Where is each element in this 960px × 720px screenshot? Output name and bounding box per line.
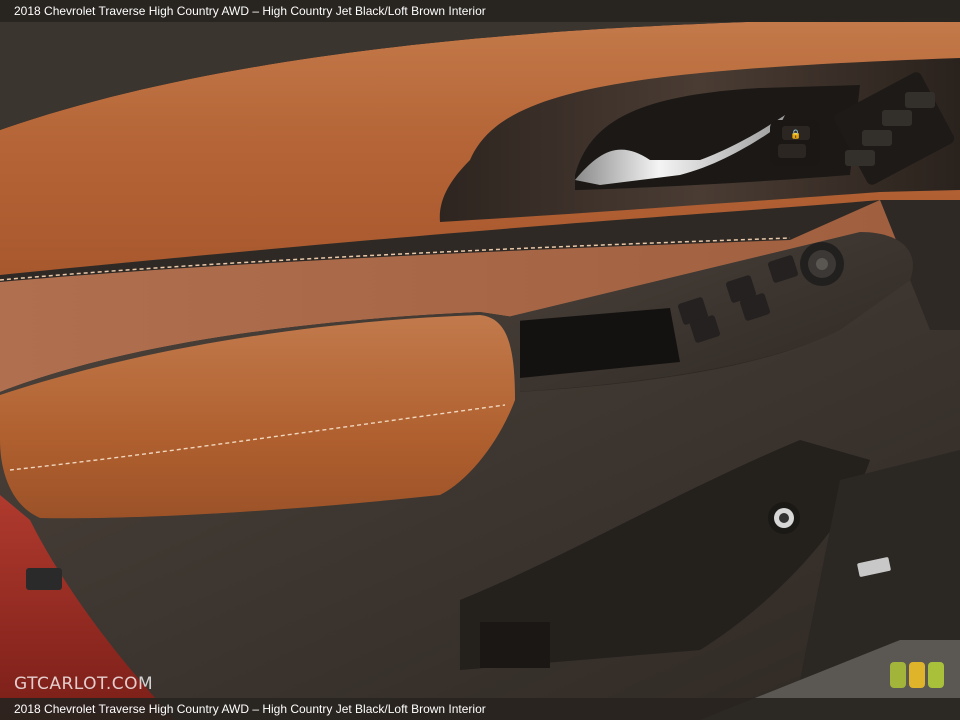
door-latch <box>26 568 62 590</box>
caption-bottom: 2018 Chevrolet Traverse High Country AWD… <box>0 698 960 720</box>
door-lock-knob-icon <box>768 502 800 534</box>
photo-frame: 2018 Chevrolet Traverse High Country AWD… <box>0 0 960 720</box>
door-panel-photo: 🔒 <box>0 0 960 720</box>
watermark-text: GTCARLOT.COM <box>14 674 154 694</box>
caption-top: 2018 Chevrolet Traverse High Country AWD… <box>0 0 960 22</box>
lock-switch-icon: 🔒 <box>770 120 820 166</box>
site-badge <box>890 662 944 688</box>
mirror-control-icon <box>800 242 844 286</box>
svg-text:🔒: 🔒 <box>790 129 801 140</box>
